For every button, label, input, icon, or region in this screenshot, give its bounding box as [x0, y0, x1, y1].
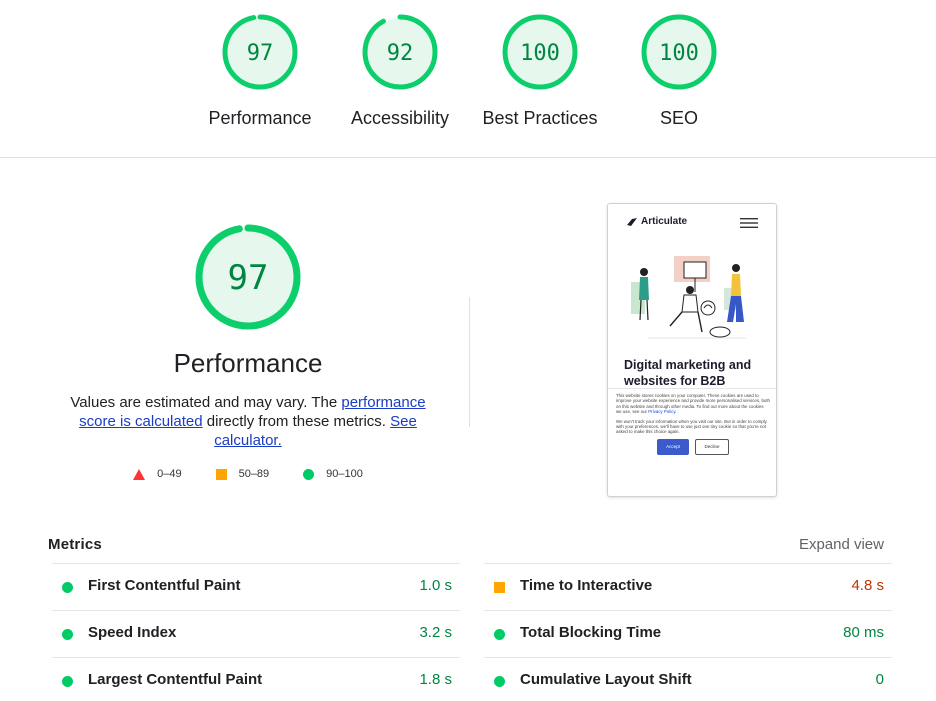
- metric-value: 3.2 s: [419, 624, 452, 641]
- performance-summary: 97 Performance Values are estimated and …: [60, 222, 436, 480]
- metric-total-blocking-time[interactable]: Total Blocking Time 80 ms: [484, 610, 892, 657]
- hamburger-menu-icon: [740, 218, 758, 228]
- final-screenshot[interactable]: Articulate Digital marketing and website…: [607, 203, 777, 497]
- gauge-seo-ring: 100: [641, 14, 717, 90]
- gauge-seo-label: SEO: [659, 108, 698, 128]
- gauge-best-practices-score: 100: [520, 41, 560, 66]
- gauge-accessibility[interactable]: 92 Accessibility: [330, 12, 470, 129]
- square-icon: [215, 468, 227, 480]
- pass-circle-icon: [62, 676, 73, 687]
- pass-circle-icon: [62, 629, 73, 640]
- legend-range: 50–89: [238, 468, 270, 480]
- legend-average: 50–89: [215, 468, 270, 480]
- metric-first-contentful-paint[interactable]: First Contentful Paint 1.0 s: [52, 563, 460, 610]
- metric-cumulative-layout-shift[interactable]: Cumulative Layout Shift 0: [484, 657, 892, 701]
- gauge-performance[interactable]: 97 Performance: [190, 12, 330, 129]
- legend-fail: 0–49: [133, 468, 182, 480]
- gauge-performance-label: Performance: [208, 108, 312, 128]
- expand-view-toggle[interactable]: Expand view: [799, 536, 884, 553]
- metrics-column-left: First Contentful Paint 1.0 s Speed Index…: [52, 563, 460, 701]
- cookie-buttons: Accept Decline: [616, 438, 770, 455]
- metric-value: 4.8 s: [851, 577, 884, 594]
- category-gauges: 97 Performance 92 Accessibility 100 Best…: [0, 0, 936, 158]
- metric-name: Cumulative Layout Shift: [520, 671, 692, 688]
- metric-name: Time to Interactive: [520, 577, 653, 594]
- legend-range: 0–49: [157, 468, 182, 480]
- metric-name: Speed Index: [88, 624, 177, 641]
- performance-gauge-ring: 97: [195, 224, 301, 330]
- cookie-text-1: This website stores cookies on your comp…: [616, 393, 770, 415]
- legend-pass: 90–100: [303, 468, 363, 480]
- articulate-logo: Articulate: [626, 216, 687, 227]
- performance-description: Values are estimated and may vary. The p…: [63, 393, 433, 450]
- metric-name: First Contentful Paint: [88, 577, 241, 594]
- gauge-accessibility-label: Accessibility: [350, 108, 450, 128]
- gauge-performance-score: 97: [247, 41, 274, 66]
- cookie-text: This website stores cookies on your comp…: [616, 393, 770, 415]
- gauge-seo[interactable]: 100 SEO: [609, 12, 749, 129]
- metric-value: 1.0 s: [419, 577, 452, 594]
- pass-circle-icon: [494, 676, 505, 687]
- cookie-text-2: We won't track your information when you…: [616, 418, 767, 435]
- metric-value: 0: [875, 671, 884, 688]
- gauge-best-practices-ring: 100: [502, 14, 578, 90]
- metric-time-to-interactive[interactable]: Time to Interactive 4.8 s: [484, 563, 892, 610]
- metric-largest-contentful-paint[interactable]: Largest Contentful Paint 1.8 s: [52, 657, 460, 701]
- gauge-best-practices-label: Best Practices: [482, 108, 598, 128]
- metrics-title: Metrics: [48, 536, 102, 553]
- vertical-divider: [469, 297, 470, 427]
- gauge-best-practices[interactable]: 100 Best Practices: [470, 12, 610, 129]
- pass-circle-icon: [62, 582, 73, 593]
- metric-value: 1.8 s: [419, 671, 452, 688]
- hero-illustration: [631, 256, 746, 339]
- metrics-column-right: Time to Interactive 4.8 s Total Blocking…: [484, 563, 892, 701]
- brand-name: Articulate: [641, 216, 688, 227]
- privacy-policy-link: Privacy Policy.: [648, 409, 677, 415]
- desc-text: directly from these metrics.: [202, 413, 391, 430]
- metric-speed-index[interactable]: Speed Index 3.2 s: [52, 610, 460, 657]
- gauge-seo-score: 100: [659, 41, 699, 66]
- average-square-icon: [494, 582, 505, 593]
- performance-title: Performance: [173, 348, 323, 378]
- score-legend: 0–49 50–89 90–100: [60, 468, 436, 480]
- cookie-banner: This website stores cookies on your comp…: [608, 388, 776, 496]
- metric-name: Largest Contentful Paint: [88, 671, 263, 688]
- desc-text: Values are estimated and may vary. The: [70, 394, 342, 411]
- metrics-header: Metrics Expand view: [48, 536, 884, 556]
- metric-value: 80 ms: [843, 624, 884, 641]
- pass-circle-icon: [494, 629, 505, 640]
- accept-button: Accept: [657, 438, 689, 455]
- gauge-accessibility-score: 92: [387, 41, 414, 66]
- screenshot-headline: Digital marketing and websites for B2B: [624, 358, 752, 388]
- gauge-accessibility-ring: 92: [362, 14, 438, 90]
- triangle-icon: [133, 468, 146, 480]
- metric-name: Total Blocking Time: [520, 624, 662, 641]
- brand-bird-icon: [627, 217, 637, 226]
- decline-button: Decline: [695, 438, 729, 455]
- legend-range: 90–100: [326, 468, 363, 480]
- performance-score: 97: [228, 258, 269, 298]
- gauge-performance-ring: 97: [222, 14, 298, 90]
- circle-icon: [303, 468, 315, 480]
